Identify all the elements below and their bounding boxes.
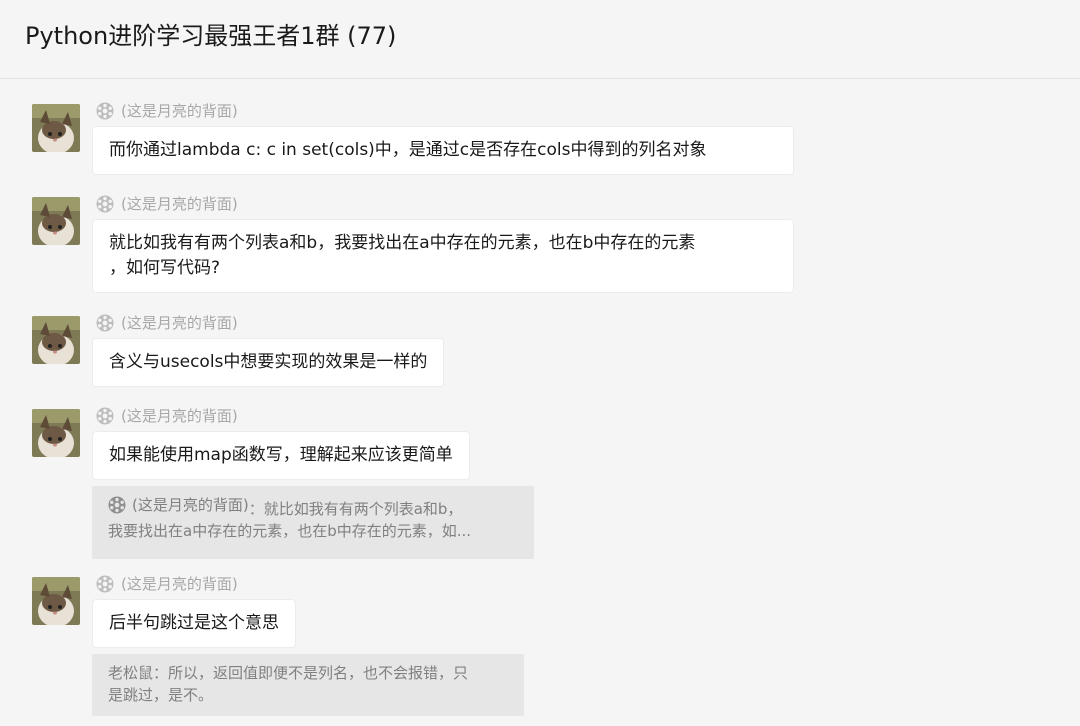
message-bubble[interactable]: 后半句跳过是这个意思 xyxy=(92,599,296,648)
avatar[interactable] xyxy=(32,409,80,457)
avatar[interactable] xyxy=(32,577,80,625)
message-bubble[interactable]: 而你通过lambda c: c in set(cols)中，是通过c是否存在co… xyxy=(92,126,794,175)
sender-label: (这是月亮的背面) xyxy=(121,314,238,332)
message-bubble[interactable]: 如果能使用map函数写，理解起来应该更简单 xyxy=(92,431,470,480)
sender-name: (这是月亮的背面) xyxy=(96,573,238,595)
sender-label: (这是月亮的背面) xyxy=(121,575,238,593)
quote-text-line2: 我要找出在a中存在的元素，也在b中存在的元素，如... xyxy=(108,522,472,540)
sender-label: (这是月亮的背面) xyxy=(121,195,238,213)
globe-icon xyxy=(96,314,114,332)
group-title: Python进阶学习最强王者1群 (77) xyxy=(25,22,397,50)
quoted-reply[interactable]: 老松鼠：所以，返回值即便不是列名，也不会报错，只 是跳过，是不。 xyxy=(92,654,524,716)
message-bubble[interactable]: 含义与usecols中想要实现的效果是一样的 xyxy=(92,338,445,387)
sender-name: (这是月亮的背面) xyxy=(96,312,238,334)
globe-icon xyxy=(96,195,114,213)
quoted-reply[interactable]: (这是月亮的背面) ：就比如我有有两个列表a和b， 我要找出在a中存在的元素，也… xyxy=(92,486,534,559)
quote-line: (这是月亮的背面) ：就比如我有有两个列表a和b， xyxy=(108,494,518,520)
globe-icon xyxy=(108,496,126,514)
globe-icon xyxy=(96,407,114,425)
avatar[interactable] xyxy=(32,104,80,152)
quote-sender-label: (这是月亮的背面) xyxy=(132,496,249,514)
globe-icon xyxy=(96,575,114,593)
chat-header: Python进阶学习最强王者1群 (77) xyxy=(0,0,1080,79)
sender-name: (这是月亮的背面) xyxy=(96,100,238,122)
sender-label: (这是月亮的背面) xyxy=(121,102,238,120)
message-bubble[interactable]: 就比如我有有两个列表a和b，我要找出在a中存在的元素，也在b中存在的元素 ，如何… xyxy=(92,219,794,293)
sender-label: (这是月亮的背面) xyxy=(121,407,238,425)
quote-text-line1: 老松鼠：所以，返回值即便不是列名，也不会报错，只 xyxy=(108,664,469,682)
avatar[interactable] xyxy=(32,197,80,245)
sender-name: (这是月亮的背面) xyxy=(96,193,238,215)
avatar[interactable] xyxy=(32,316,80,364)
quote-text-line1: ：就比如我有有两个列表a和b， xyxy=(248,500,463,518)
globe-icon xyxy=(96,102,114,120)
sender-name: (这是月亮的背面) xyxy=(96,405,238,427)
quote-sender: (这是月亮的背面) xyxy=(108,494,249,516)
quote-text-line2: 是跳过，是不。 xyxy=(108,686,214,704)
